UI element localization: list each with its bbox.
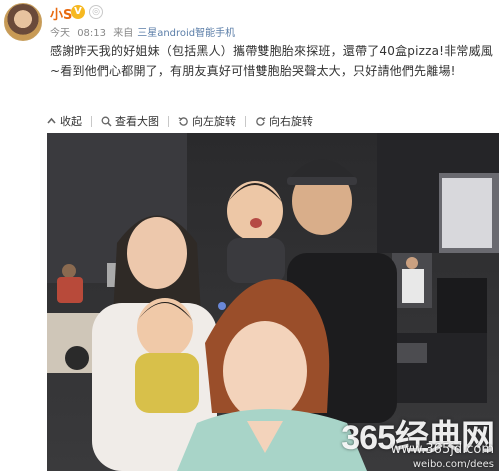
rotate-left-button[interactable]: 向左旋转 bbox=[178, 113, 236, 129]
view-large-label: 查看大图 bbox=[115, 115, 159, 128]
avatar[interactable] bbox=[4, 3, 42, 41]
toolbar-divider bbox=[168, 115, 169, 127]
post-date: 今天 bbox=[50, 28, 70, 39]
view-large-button[interactable]: 查看大图 bbox=[101, 113, 159, 129]
badge-icon[interactable]: ◎ bbox=[89, 5, 103, 19]
username[interactable]: 小S bbox=[50, 4, 72, 23]
weibo-watermark: weibo.com/dees bbox=[412, 459, 494, 470]
site-url-watermark: www.365jd.com bbox=[390, 442, 494, 457]
post-meta: 今天 08:13 来自 三星android智能手机 bbox=[50, 24, 239, 39]
toolbar-divider bbox=[91, 115, 92, 127]
post-text: 感謝昨天我的好姐妹（包括黑人）攜帶雙胞胎來探班，還帶了40盒pizza!非常威風… bbox=[50, 44, 493, 78]
collapse-button[interactable]: 收起 bbox=[46, 113, 82, 129]
post-time[interactable]: 08:13 bbox=[77, 28, 106, 39]
collapse-label: 收起 bbox=[60, 115, 82, 128]
verified-icon[interactable]: V bbox=[71, 5, 85, 19]
rotate-right-icon bbox=[256, 116, 266, 126]
post-from-label: 来自 bbox=[113, 28, 134, 39]
zoom-icon bbox=[101, 116, 112, 127]
rotate-left-label: 向左旋转 bbox=[192, 115, 236, 128]
toolbar-divider bbox=[245, 115, 246, 127]
rotate-right-button[interactable]: 向右旋转 bbox=[255, 113, 313, 129]
rotate-right-label: 向右旋转 bbox=[269, 115, 313, 128]
post-source-link[interactable]: 三星android智能手机 bbox=[137, 28, 235, 39]
image-toolbar: 收起 查看大图 向左旋转 向右旋转 bbox=[46, 112, 313, 130]
rotate-left-icon bbox=[178, 116, 188, 126]
collapse-icon bbox=[47, 117, 56, 124]
